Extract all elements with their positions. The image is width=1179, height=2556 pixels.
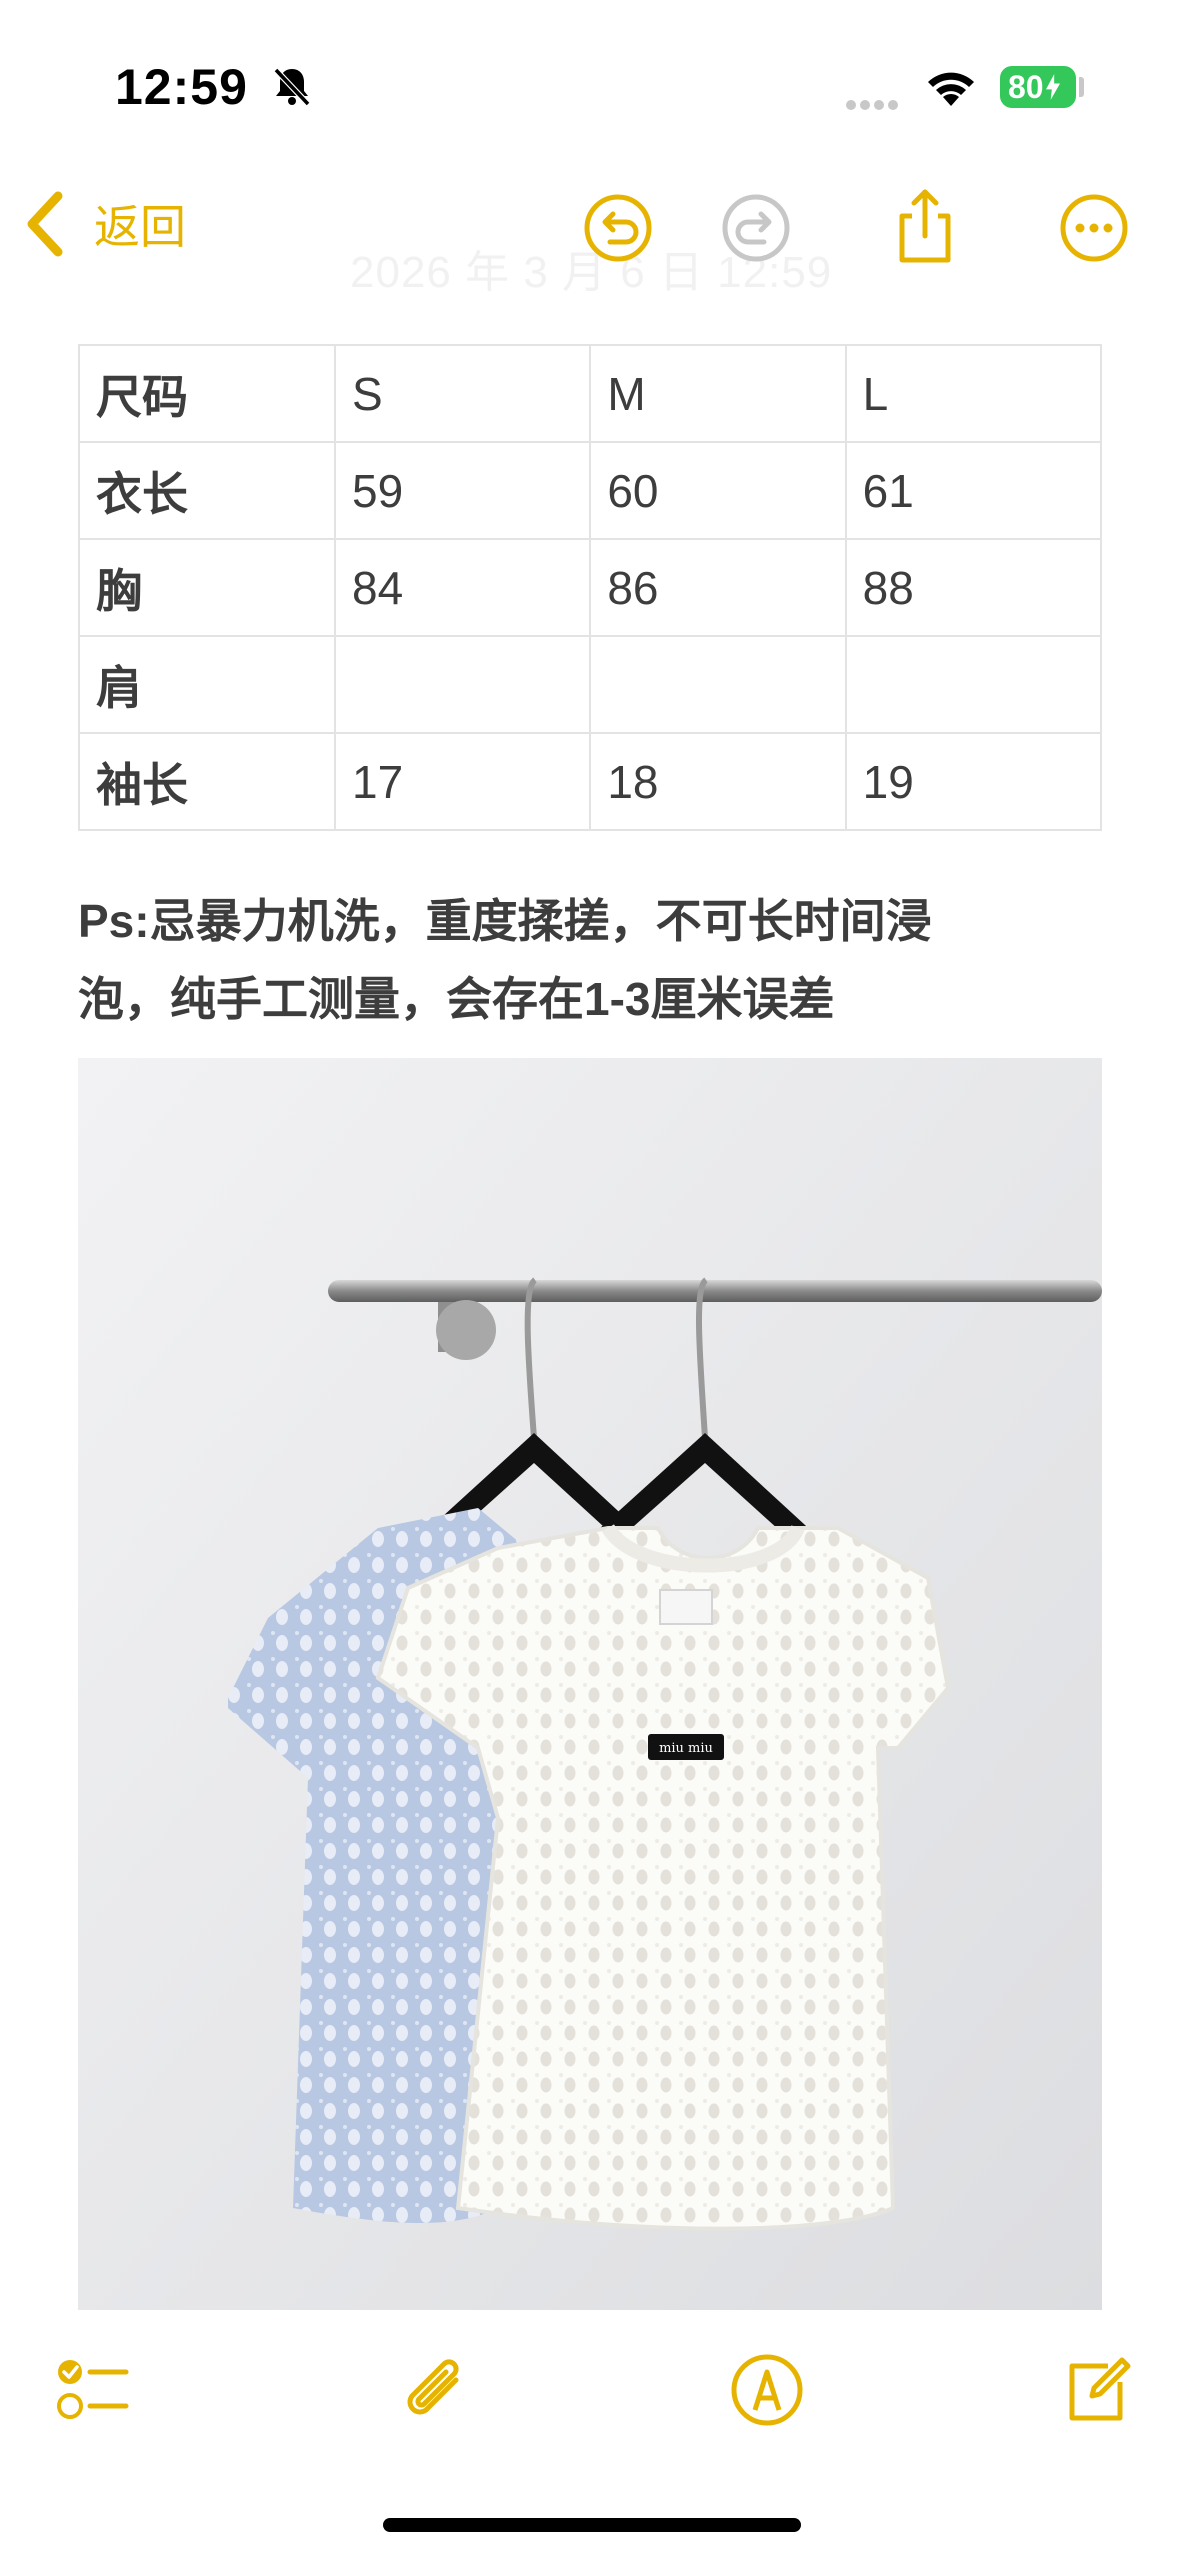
table-cell: 60 [589, 441, 847, 540]
back-label: 返回 [94, 201, 186, 253]
status-time: 12:59 [115, 59, 248, 115]
markup-pen-icon[interactable] [727, 2350, 807, 2430]
cellular-icon [846, 97, 902, 115]
table-cell: 86 [589, 538, 847, 637]
clothing-rail [328, 1280, 1102, 1302]
wifi-icon [928, 72, 974, 106]
care-note-line-1: Ps:忌暴力机洗，重度揉搓，不可长时间浸 [78, 895, 932, 947]
row-header-size: 尺码 [78, 344, 336, 443]
checklist-icon[interactable] [52, 2350, 132, 2430]
chevron-left-icon [27, 191, 63, 257]
back-button[interactable]: 返回 [22, 190, 186, 258]
home-indicator[interactable] [383, 2518, 801, 2532]
table-cell: L [844, 344, 1103, 443]
photo-illustration: miu miu [78, 1058, 1102, 2310]
table-cell: 19 [844, 732, 1103, 831]
table-cell [333, 635, 592, 734]
table-row: 肩 [78, 635, 1103, 734]
size-table: 尺码 S M L 衣长 59 60 61 胸 84 86 88 肩 袖长 17 … [78, 344, 1103, 831]
product-photo[interactable]: miu miu [78, 1058, 1102, 2310]
bell-slash-icon [273, 67, 311, 107]
battery-level: 80 [1008, 68, 1044, 105]
battery-charging-icon: 80 [1000, 66, 1076, 108]
table-row: 尺码 S M L [78, 344, 1103, 443]
battery-cap [1079, 77, 1084, 97]
table-row: 袖长 17 18 19 [78, 732, 1103, 831]
logo-text: miu miu [659, 1741, 713, 1756]
row-header-sleeve: 袖长 [78, 732, 336, 831]
table-cell: S [333, 344, 592, 443]
row-header-length: 衣长 [78, 441, 336, 540]
compose-icon[interactable] [1056, 2350, 1136, 2430]
table-cell [844, 635, 1103, 734]
care-note[interactable]: Ps:忌暴力机洗，重度揉搓，不可长时间浸 泡，纯手工测量，会存在1-3厘米误差 [78, 882, 1108, 1038]
undo-icon[interactable] [582, 192, 654, 264]
table-cell: M [589, 344, 847, 443]
row-header-chest: 胸 [78, 538, 336, 637]
redo-icon[interactable] [720, 192, 792, 264]
table-cell: 18 [589, 732, 847, 831]
share-icon[interactable] [890, 186, 960, 266]
table-cell: 84 [333, 538, 592, 637]
table-cell: 88 [844, 538, 1103, 637]
table-row: 胸 84 86 88 [78, 538, 1103, 637]
care-note-line-2: 泡，纯手工测量，会存在1-3厘米误差 [78, 973, 835, 1025]
table-row: 衣长 59 60 61 [78, 441, 1103, 540]
table-cell: 59 [333, 441, 592, 540]
table-cell: 61 [844, 441, 1103, 540]
row-header-shoulder: 肩 [78, 635, 336, 734]
paperclip-icon[interactable] [396, 2350, 476, 2430]
table-cell: 17 [333, 732, 592, 831]
table-cell [589, 635, 847, 734]
more-icon[interactable] [1058, 192, 1130, 264]
